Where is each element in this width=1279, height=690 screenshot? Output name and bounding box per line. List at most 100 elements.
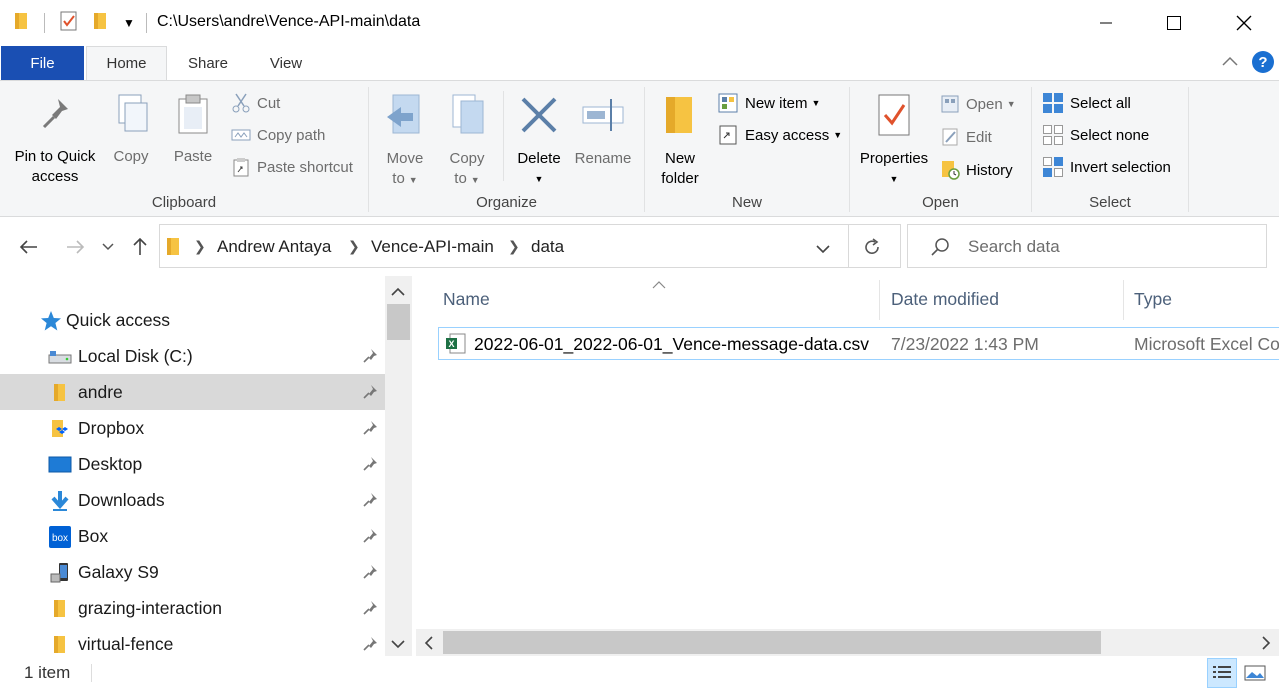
move-to-caret-icon: ▼ [408, 175, 418, 185]
minimize-button[interactable] [1083, 0, 1129, 46]
tree-item-dropbox[interactable]: Dropbox [0, 410, 385, 446]
properties-icon[interactable] [59, 10, 79, 37]
open-button[interactable]: Open ▼ [940, 92, 1016, 116]
pin-icon[interactable] [362, 420, 378, 441]
easy-access-button[interactable]: Easy access ▼ [717, 123, 842, 147]
chevron-down-icon [816, 245, 830, 254]
pin-icon[interactable] [362, 636, 378, 657]
recent-locations-button[interactable] [95, 232, 121, 262]
pin-icon[interactable] [362, 348, 378, 369]
scroll-down-icon[interactable] [391, 636, 405, 654]
folder-icon[interactable] [14, 11, 30, 36]
collapse-ribbon-button[interactable] [1220, 54, 1240, 73]
copy-path-label: Copy path [257, 126, 326, 144]
file-list-hscrollbar[interactable] [416, 629, 1279, 656]
tree-item-andre[interactable]: andre [0, 374, 385, 410]
scrollbar-thumb[interactable] [387, 304, 410, 340]
close-button[interactable] [1221, 0, 1267, 46]
breadcrumb-separator-icon[interactable]: ❯ [194, 238, 206, 255]
pin-icon[interactable] [362, 456, 378, 477]
tab-view[interactable]: View [252, 46, 320, 80]
tab-home[interactable]: Home [86, 46, 167, 80]
breadcrumb-data[interactable]: data [531, 237, 564, 257]
new-item-button[interactable]: New item ▼ [717, 91, 820, 115]
copy-to-caret-icon: ▼ [470, 175, 480, 185]
new-folder-button[interactable]: New folder [654, 93, 706, 189]
new-folder-icon[interactable] [93, 11, 109, 36]
tree-item-quick-access[interactable]: Quick access [0, 302, 385, 338]
up-button[interactable] [125, 232, 155, 262]
pin-icon[interactable] [362, 564, 378, 585]
details-view-button[interactable] [1207, 658, 1237, 688]
tree-item-box[interactable]: box Box [0, 518, 385, 554]
tree-item-grazing-interaction[interactable]: grazing-interaction [0, 590, 385, 626]
phone-icon [48, 562, 72, 584]
move-to-label-2: to [392, 170, 405, 187]
rename-button[interactable]: Rename [572, 93, 634, 169]
scroll-up-icon[interactable] [391, 284, 405, 302]
breadcrumb-vence-api-main[interactable]: Vence-API-main [371, 237, 494, 257]
column-header-type[interactable]: Type [1134, 289, 1172, 310]
history-button[interactable]: History [940, 158, 1013, 182]
tree-item-galaxy-s9[interactable]: Galaxy S9 [0, 554, 385, 590]
tree-item-label: Dropbox [78, 418, 145, 438]
customize-toolbar-icon[interactable]: ▼ [123, 16, 135, 30]
breadcrumb-separator-icon[interactable]: ❯ [348, 238, 360, 255]
forward-button[interactable] [60, 232, 90, 262]
large-icons-view-button[interactable] [1240, 658, 1270, 688]
copy-to-button[interactable]: Copy to ▼ [440, 93, 494, 190]
folder-icon [166, 237, 182, 262]
copy-to-icon [452, 94, 484, 134]
column-header-name[interactable]: Name [443, 289, 490, 310]
tab-file[interactable]: File [1, 46, 84, 80]
breadcrumb-andrew-antaya[interactable]: Andrew Antaya [217, 237, 331, 257]
scrollbar-thumb[interactable] [443, 631, 1101, 654]
help-icon[interactable]: ? [1252, 51, 1274, 73]
chevron-up-icon [1222, 56, 1238, 66]
edit-icon [942, 128, 958, 146]
copy-icon [118, 94, 148, 132]
pin-to-quick-access-button[interactable]: Pin to Quick access [8, 95, 102, 187]
pin-icon[interactable] [362, 492, 378, 513]
file-row[interactable]: X 2022-06-01_2022-06-01_Vence-message-da… [438, 327, 1279, 360]
invert-selection-button[interactable]: Invert selection [1042, 155, 1171, 179]
properties-button[interactable]: Properties ▼ [855, 93, 933, 189]
select-all-icon [1043, 93, 1063, 113]
arrow-right-icon [67, 240, 85, 254]
tree-item-downloads[interactable]: Downloads [0, 482, 385, 518]
address-bar[interactable]: ❯ Andrew Antaya ❯ Vence-API-main ❯ data [159, 224, 901, 268]
folder-icon [48, 634, 72, 656]
search-box[interactable]: Search data [907, 224, 1267, 268]
paste-button[interactable]: Paste [168, 93, 218, 167]
move-to-button[interactable]: Move to ▼ [378, 93, 432, 190]
delete-button[interactable]: Delete ▼ [510, 93, 568, 189]
select-all-button[interactable]: Select all [1042, 91, 1131, 115]
new-item-label: New item [745, 94, 808, 112]
copy-button[interactable]: Copy [107, 93, 155, 167]
edit-button[interactable]: Edit [940, 125, 992, 149]
paste-shortcut-button[interactable]: Paste shortcut [231, 155, 353, 179]
tab-share[interactable]: Share [172, 46, 244, 80]
tree-item-desktop[interactable]: Desktop [0, 446, 385, 482]
refresh-button[interactable] [862, 237, 882, 262]
maximize-button[interactable] [1151, 0, 1197, 46]
edit-label: Edit [966, 128, 992, 146]
pin-icon[interactable] [362, 384, 378, 405]
paste-shortcut-label: Paste shortcut [257, 158, 353, 176]
nav-pane-scrollbar[interactable] [385, 276, 412, 656]
pin-icon[interactable] [362, 528, 378, 549]
tree-item-label: Downloads [78, 490, 165, 510]
tree-item-local-disk[interactable]: Local Disk (C:) [0, 338, 385, 374]
breadcrumb-separator-icon[interactable]: ❯ [508, 238, 520, 255]
copy-path-button[interactable]: Copy path [231, 123, 325, 147]
back-button[interactable] [14, 232, 44, 262]
address-history-button[interactable] [816, 241, 830, 259]
folder-icon [48, 382, 72, 404]
column-header-date-modified[interactable]: Date modified [891, 289, 999, 310]
pin-icon[interactable] [362, 600, 378, 621]
scroll-right-icon[interactable] [1261, 636, 1271, 655]
scroll-left-icon[interactable] [424, 636, 434, 655]
copy-to-label-2-wrap: to ▼ [440, 169, 494, 190]
select-none-button[interactable]: Select none [1042, 123, 1149, 147]
cut-button[interactable]: Cut [231, 91, 280, 115]
